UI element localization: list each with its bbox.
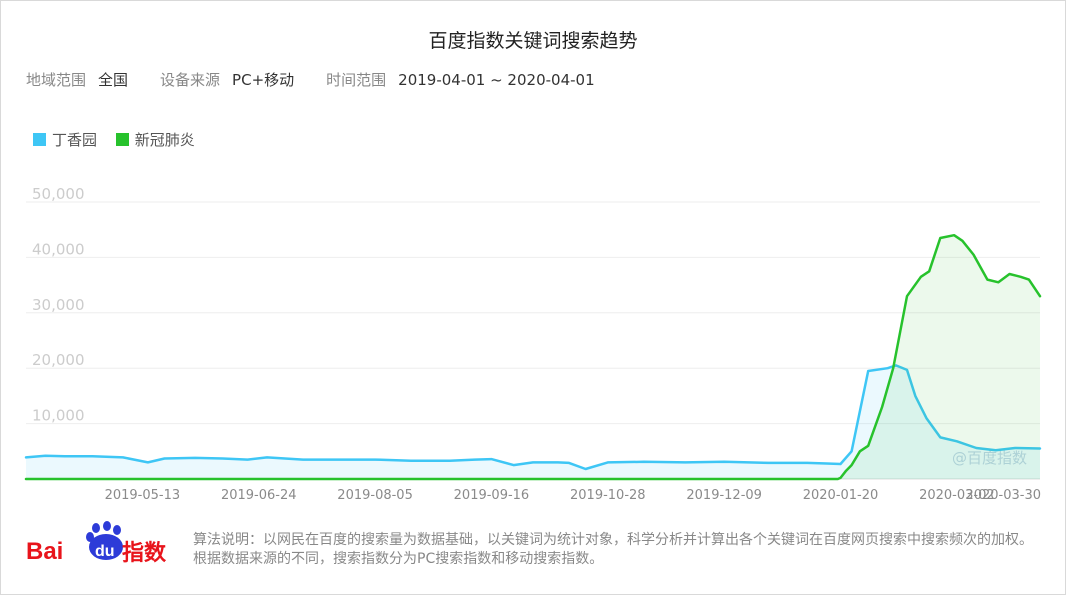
y-tick-label: 30,000: [32, 296, 85, 314]
x-tick-label: 2019-05-13: [105, 488, 181, 503]
baidu-index-logo: Bai du 指数: [26, 521, 167, 566]
trend-chart: 50,000 40,000 30,000 20,000 10,000 2019-05-13…: [24, 185, 1042, 503]
x-tick-label: 2019-09-16: [454, 488, 530, 503]
algorithm-description: 算法说明：以网民在百度的搜索量为数据基础，以关键词为统计对象，科学分析并计算出各…: [193, 532, 1033, 567]
x-tick-label: 2020-03-30: [965, 488, 1041, 503]
x-tick-label: 2019-10-28: [570, 488, 646, 503]
y-tick-label: 20,000: [32, 351, 85, 369]
logo-index-text: 指数: [122, 540, 167, 566]
x-tick-label: 2019-08-05: [337, 488, 413, 503]
x-tick-label: 2019-06-24: [221, 488, 297, 503]
x-tick-label: 2019-12-09: [686, 488, 762, 503]
series-area-1: [26, 235, 1040, 479]
y-tick-label: 10,000: [32, 407, 85, 425]
y-tick-label: 50,000: [32, 185, 85, 203]
logo-bai-text: Bai: [26, 538, 63, 565]
x-tick-label: 2020-01-20: [803, 488, 879, 503]
y-tick-label: 40,000: [32, 240, 85, 258]
logo-du-text: du: [95, 543, 115, 560]
